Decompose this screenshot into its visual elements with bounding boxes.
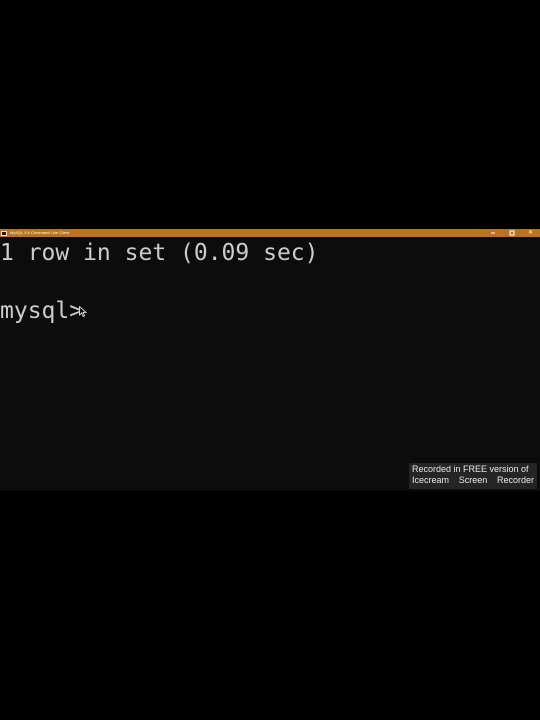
- recorder-watermark: Recorded in FREE version of Icecream Scr…: [409, 463, 537, 489]
- title-bar[interactable]: MySQL 5.6 Command Line Client ✕: [0, 229, 540, 237]
- console-output[interactable]: 1 row in set (0.09 sec) mysql>: [0, 237, 540, 491]
- close-button[interactable]: ✕: [521, 229, 540, 237]
- watermark-line-2: Icecream Screen Recorder: [412, 475, 534, 486]
- watermark-line-1: Recorded in FREE version of: [412, 464, 529, 474]
- prompt-line[interactable]: mysql>: [0, 297, 95, 325]
- mysql-prompt: mysql>: [0, 298, 84, 324]
- watermark-word-recorder: Recorder: [496, 475, 534, 485]
- minimize-button[interactable]: [483, 229, 502, 237]
- watermark-word-icecream: Icecream: [412, 475, 450, 485]
- window-controls: ✕: [483, 229, 540, 237]
- mysql-console-window[interactable]: MySQL 5.6 Command Line Client ✕ 1 row in…: [0, 229, 540, 491]
- window-title: MySQL 5.6 Command Line Client: [10, 230, 70, 235]
- maximize-button[interactable]: [502, 229, 521, 237]
- close-icon: ✕: [527, 229, 534, 236]
- minimize-icon: [490, 232, 495, 234]
- mouse-cursor-icon: [79, 300, 95, 320]
- watermark-word-screen: Screen: [458, 475, 488, 485]
- query-result-line: 1 row in set (0.09 sec): [0, 240, 319, 266]
- terminal-icon: [1, 230, 7, 236]
- maximize-icon: [509, 230, 514, 236]
